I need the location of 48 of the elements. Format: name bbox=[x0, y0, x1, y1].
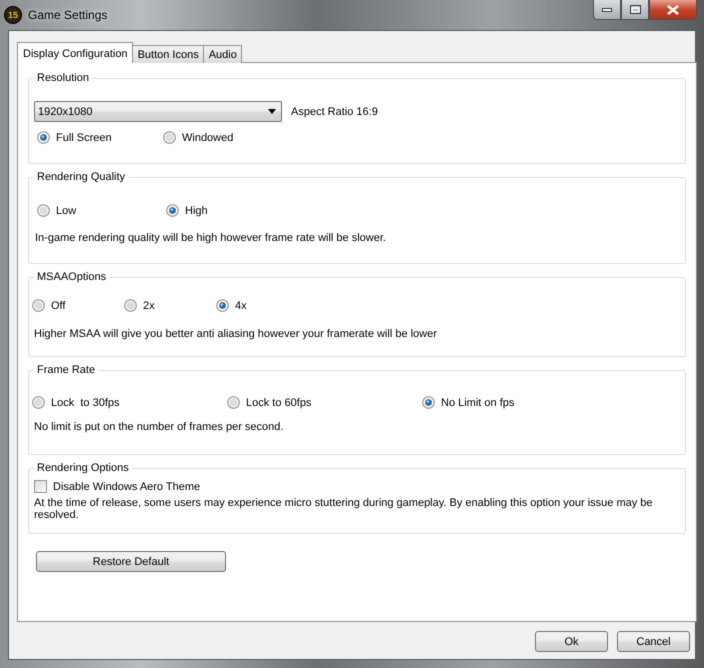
checkbox[interactable] bbox=[34, 480, 47, 493]
radio-button[interactable] bbox=[163, 131, 176, 144]
app-logo: 15 bbox=[4, 6, 22, 24]
description-text: In-game rendering quality will be high however frame rate will be slower. bbox=[35, 232, 387, 244]
radio-label: Low bbox=[56, 204, 76, 216]
tab[interactable]: Button Icons bbox=[132, 45, 204, 63]
checkbox-label: Disable Windows Aero Theme bbox=[53, 480, 200, 492]
radio-button[interactable] bbox=[37, 131, 50, 144]
group-title: Rendering Options bbox=[36, 462, 130, 474]
dialog-button[interactable]: Cancel bbox=[617, 631, 690, 652]
group-title: MSAAOptions bbox=[36, 271, 108, 283]
radio-button[interactable] bbox=[227, 396, 240, 409]
close-button[interactable] bbox=[649, 0, 697, 20]
radio-button[interactable] bbox=[124, 299, 137, 312]
radio-label: 4x bbox=[235, 300, 247, 312]
restore-default-button[interactable]: Restore Default bbox=[36, 551, 226, 572]
minimize-button[interactable] bbox=[593, 0, 621, 20]
close-icon bbox=[667, 4, 679, 14]
minimize-icon bbox=[602, 8, 612, 12]
maximize-icon bbox=[630, 5, 640, 14]
radio-button[interactable] bbox=[166, 204, 179, 217]
window-title: Game Settings bbox=[28, 8, 108, 22]
radio-label: Lock to 60fps bbox=[246, 396, 312, 408]
radio-label: High bbox=[185, 204, 208, 216]
aspect-ratio-text: Aspect Ratio 16:9 bbox=[291, 106, 378, 118]
group-title: Frame Rate bbox=[36, 364, 96, 376]
radio-label: Lock to 30fps bbox=[51, 396, 120, 408]
radio-button[interactable] bbox=[32, 396, 45, 409]
radio-button[interactable] bbox=[422, 396, 435, 409]
group-title: Resolution bbox=[36, 72, 90, 84]
dialog-button[interactable]: Ok bbox=[535, 631, 608, 652]
description-text: Higher MSAA will give you better anti aliasing however your framerate will be lower bbox=[34, 328, 438, 340]
radio-label: 2x bbox=[143, 300, 155, 312]
tab[interactable]: Audio bbox=[202, 45, 242, 63]
radio-label: Full Screen bbox=[56, 132, 112, 144]
radio-label: Off bbox=[51, 300, 66, 312]
radio-label: No Limit on fps bbox=[441, 396, 514, 408]
maximize-button[interactable] bbox=[621, 0, 649, 20]
radio-label: Windowed bbox=[182, 132, 234, 144]
group-title: Rendering Quality bbox=[36, 171, 126, 183]
description-text: At the time of release, some users may experience micro stuttering during gameplay. By enabling this option your issue may be resolved. bbox=[34, 497, 654, 521]
radio-button[interactable] bbox=[32, 299, 45, 312]
description-text: No limit is put on the number of frames per second. bbox=[34, 421, 284, 433]
radio-button[interactable] bbox=[216, 299, 229, 312]
dropdown-arrow-icon bbox=[268, 109, 276, 114]
radio-button[interactable] bbox=[37, 204, 50, 217]
tab[interactable]: Display Configuration bbox=[17, 42, 133, 63]
resolution-dropdown[interactable]: 1920x1080 bbox=[34, 101, 282, 122]
